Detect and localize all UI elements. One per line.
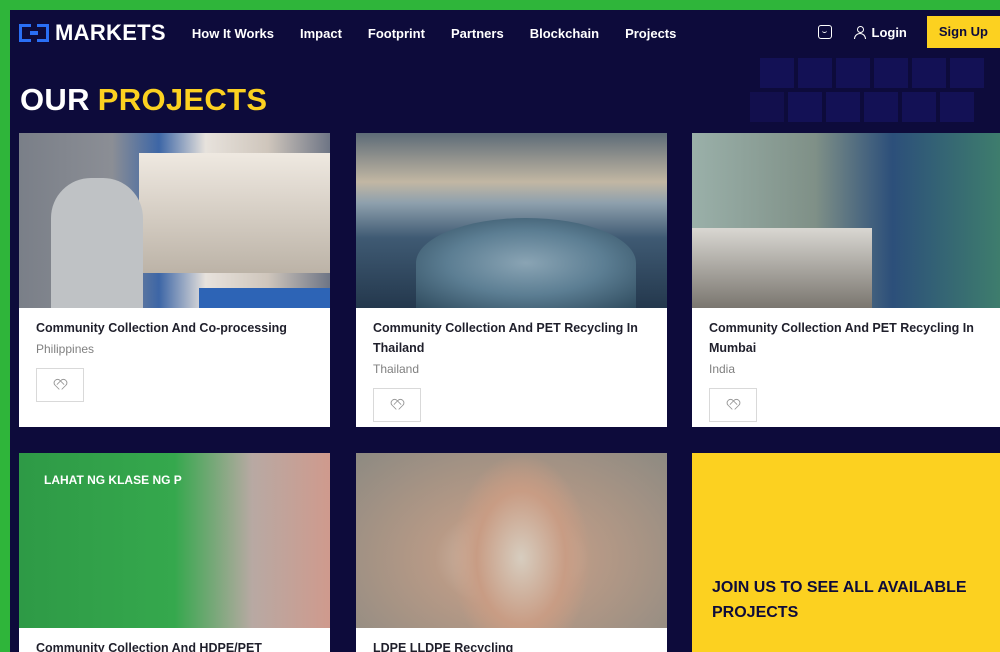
project-location: Philippines <box>36 342 95 356</box>
heart-icon <box>727 400 739 411</box>
project-name[interactable]: Community Collection And HDPE/PET <box>36 638 313 652</box>
nav-partners[interactable]: Partners <box>451 26 504 41</box>
logo-icon <box>19 24 49 42</box>
page-title-part2: PROJECTS <box>97 82 268 117</box>
project-card[interactable]: LAHAT NG KLASE NG P Community Collection… <box>19 453 330 652</box>
project-image[interactable] <box>356 453 667 628</box>
join-cta-card[interactable]: JOIN US TO SEE ALL AVAILABLE PROJECTS <box>692 453 1000 652</box>
main-nav: How It Works Impact Footprint Partners B… <box>192 26 702 41</box>
cart-icon[interactable] <box>817 25 832 39</box>
project-location: Thailand <box>373 362 420 376</box>
project-image[interactable] <box>19 133 330 308</box>
project-image[interactable]: LAHAT NG KLASE NG P <box>19 453 330 628</box>
nav-how-it-works[interactable]: How It Works <box>192 26 274 41</box>
page: MARKETS How It Works Impact Footprint Pa… <box>10 10 1000 652</box>
project-name[interactable]: Community Collection And Co-processing <box>36 318 313 338</box>
project-image[interactable] <box>692 133 1000 308</box>
image-banner-text: LAHAT NG KLASE NG P <box>44 473 182 487</box>
join-cta-text[interactable]: JOIN US TO SEE ALL AVAILABLE PROJECTS <box>712 575 982 625</box>
logo-text: MARKETS <box>55 20 166 45</box>
favorite-button[interactable] <box>373 388 421 422</box>
logo[interactable]: MARKETS <box>19 20 166 46</box>
project-card[interactable]: Community Collection And Co-processing P… <box>19 133 330 427</box>
header: MARKETS How It Works Impact Footprint Pa… <box>10 10 1000 56</box>
heart-icon <box>391 400 403 411</box>
project-name[interactable]: Community Collection And PET Recycling I… <box>709 318 983 358</box>
project-card[interactable]: LDPE LLDPE Recycling <box>356 453 667 652</box>
nav-footprint[interactable]: Footprint <box>368 26 425 41</box>
login-label: Login <box>871 24 907 40</box>
page-title-part1: OUR <box>20 82 90 117</box>
nav-blockchain[interactable]: Blockchain <box>530 26 599 41</box>
page-title: OUR PROJECTS <box>20 82 267 118</box>
header-actions: Login Sign Up <box>817 16 1000 48</box>
project-location: India <box>709 362 736 376</box>
project-image[interactable] <box>356 133 667 308</box>
favorite-button[interactable] <box>36 368 84 402</box>
project-card[interactable]: Community Collection And PET Recycling I… <box>356 133 667 427</box>
signup-button[interactable]: Sign Up <box>926 16 1000 48</box>
nav-projects[interactable]: Projects <box>625 26 676 41</box>
project-name[interactable]: Community Collection And PET Recycling I… <box>373 318 650 358</box>
nav-impact[interactable]: Impact <box>300 26 342 41</box>
project-name[interactable]: LDPE LLDPE Recycling <box>373 638 650 652</box>
favorite-button[interactable] <box>709 388 757 422</box>
user-icon <box>853 25 866 39</box>
project-card[interactable]: Community Collection And PET Recycling I… <box>692 133 1000 427</box>
heart-icon <box>54 380 66 391</box>
login-link[interactable]: Login <box>853 24 907 40</box>
